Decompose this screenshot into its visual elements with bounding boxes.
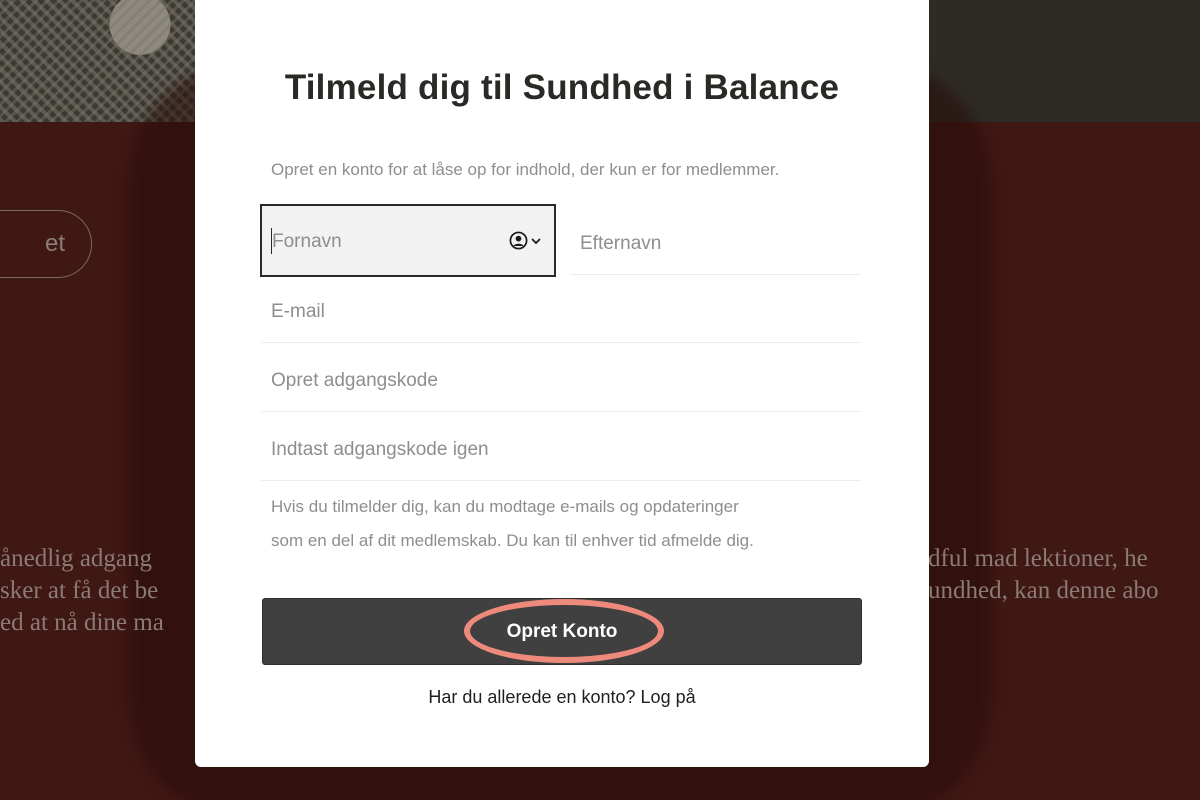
background-text-line: sker at få det be bbox=[0, 577, 159, 604]
notice-line: som en del af dit medlemskab. Du kan til… bbox=[271, 531, 754, 550]
signup-modal: Tilmeld dig til Sundhed i Balance Opret … bbox=[195, 0, 929, 767]
background-text-line: ed at nå dine ma bbox=[0, 609, 164, 636]
login-prompt-row: Har du allerede en konto? Log på bbox=[195, 687, 929, 708]
background-text-line: dful mad lektioner, he bbox=[928, 545, 1148, 572]
login-link[interactable]: Log på bbox=[641, 687, 696, 707]
email-field[interactable]: E-mail bbox=[261, 274, 861, 343]
background-button: et bbox=[0, 210, 92, 278]
background-text-line: undhed, kan denne abo bbox=[928, 577, 1159, 604]
first-name-placeholder: Fornavn bbox=[272, 231, 342, 252]
password-repeat-placeholder: Indtast adgangskode igen bbox=[271, 439, 489, 460]
text-cursor bbox=[271, 228, 272, 254]
last-name-placeholder: Efternavn bbox=[580, 233, 662, 254]
create-account-label: Opret Konto bbox=[506, 620, 618, 642]
background-text-line: ånedlig adgang bbox=[0, 545, 153, 572]
background-text-left: ånedlig adgang sker at få det be ed at n… bbox=[0, 543, 164, 639]
person-circle-icon bbox=[509, 231, 528, 250]
modal-subtitle: Opret en konto for at låse op for indhol… bbox=[271, 160, 780, 179]
notice-line: Hvis du tilmelder dig, kan du modtage e-… bbox=[271, 497, 739, 516]
email-placeholder: E-mail bbox=[271, 301, 325, 322]
background-button-label: et bbox=[44, 230, 65, 257]
create-account-button[interactable]: Opret Konto bbox=[262, 598, 862, 665]
password-placeholder: Opret adgangskode bbox=[271, 370, 438, 391]
login-prompt-text: Har du allerede en konto? bbox=[428, 687, 636, 707]
background-text-right: dful mad lektioner, he undhed, kan denne… bbox=[928, 543, 1158, 607]
chevron-down-icon bbox=[531, 237, 541, 244]
first-name-field[interactable]: Fornavn bbox=[260, 204, 556, 277]
last-name-field[interactable]: Efternavn bbox=[570, 206, 861, 275]
email-consent-notice: Hvis du tilmelder dig, kan du modtage e-… bbox=[271, 490, 861, 558]
password-repeat-field[interactable]: Indtast adgangskode igen bbox=[261, 412, 861, 481]
modal-title: Tilmeld dig til Sundhed i Balance bbox=[284, 68, 840, 107]
password-field[interactable]: Opret adgangskode bbox=[261, 343, 861, 412]
autofill-button[interactable] bbox=[509, 231, 542, 250]
